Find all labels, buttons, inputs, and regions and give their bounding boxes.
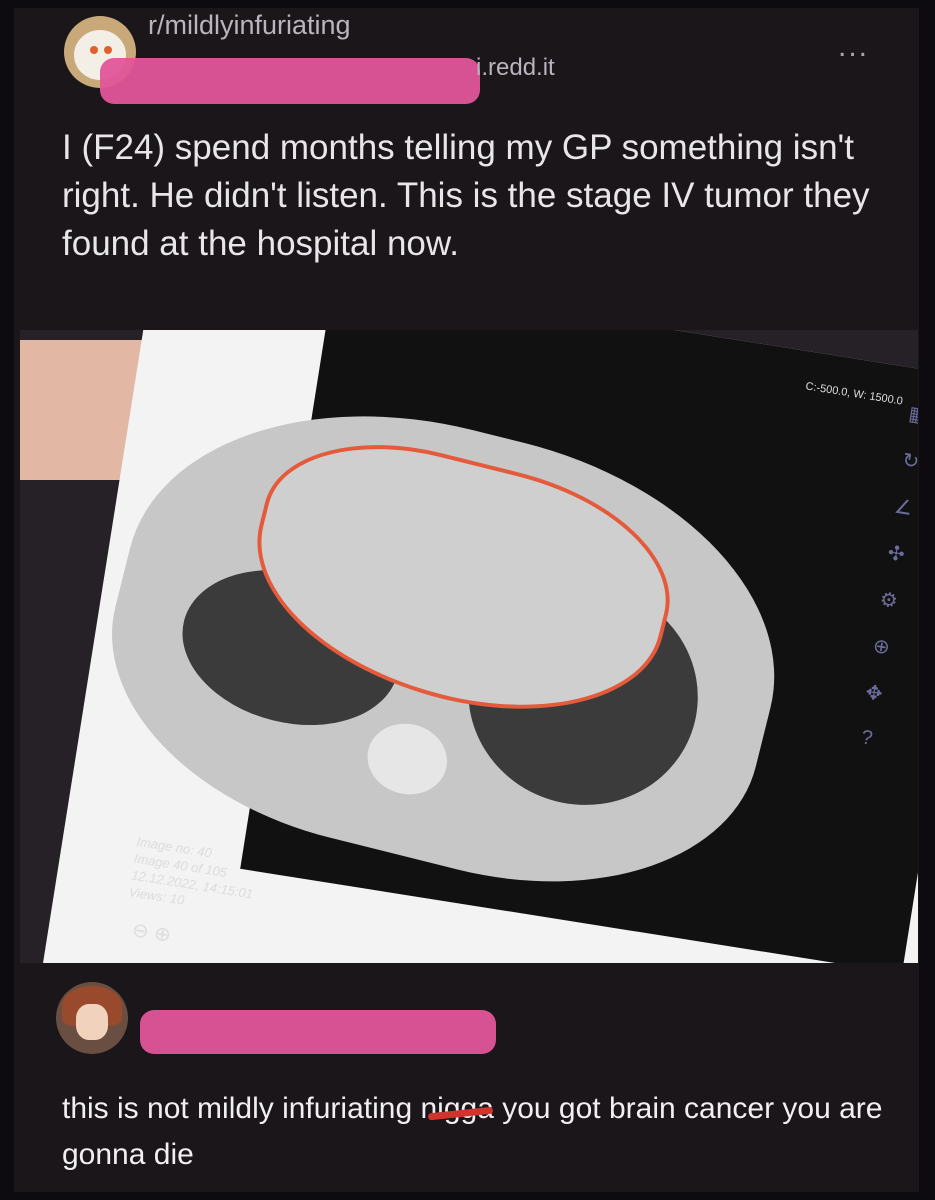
subreddit-name[interactable]: r/mildlyinfuriating <box>148 10 351 41</box>
username-redaction <box>100 58 480 104</box>
help-icon[interactable]: ? <box>860 726 874 750</box>
snoo-eye-left <box>90 46 98 54</box>
snoo-eye-right <box>104 46 112 54</box>
post-domain[interactable]: i.redd.it <box>476 54 555 82</box>
commenter-name-redaction <box>140 1010 496 1054</box>
minus-icon[interactable]: ⊖ <box>130 919 150 943</box>
censored-word: nigga <box>420 1092 494 1125</box>
post-image[interactable]: C:-500.0, W: 1500.0 ▦ ↻ ∠ ✣ ⚙ ⊕ ✥ ? Imag… <box>20 330 918 963</box>
post-title[interactable]: I (F24) spend months telling my GP somet… <box>62 124 882 268</box>
pan-icon[interactable]: ✥ <box>864 679 884 706</box>
adjust-icon[interactable]: ✣ <box>886 540 906 567</box>
rotate-icon[interactable]: ↻ <box>901 447 918 474</box>
avatar-face <box>76 1004 108 1040</box>
settings-icon[interactable]: ⚙ <box>878 586 900 613</box>
spine <box>359 715 455 803</box>
commenter-avatar[interactable] <box>56 982 128 1054</box>
plus-icon[interactable]: ⊕ <box>152 923 172 947</box>
layout-icon[interactable]: ▦ <box>907 401 918 429</box>
measure-icon[interactable]: ∠ <box>893 494 915 521</box>
comment-text-before: this is not mildly infuriating <box>62 1092 421 1125</box>
more-options-icon[interactable]: ... <box>838 30 869 64</box>
comment-text: this is not mildly infuriating nigga you… <box>62 1086 902 1178</box>
zoom-icon[interactable]: ⊕ <box>871 633 891 660</box>
